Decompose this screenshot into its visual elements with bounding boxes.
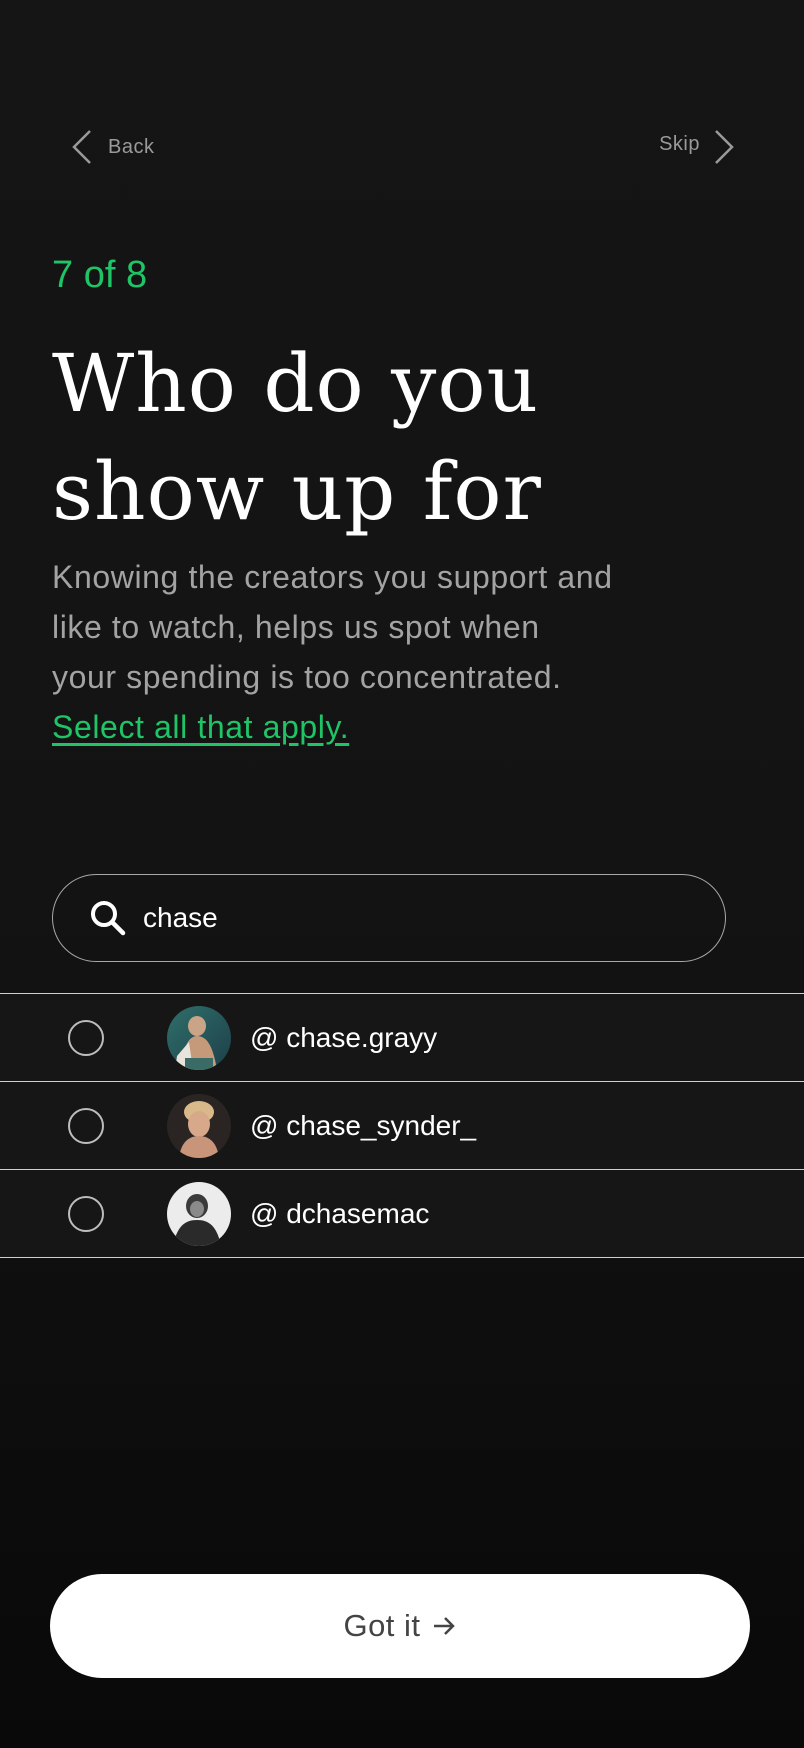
description-line-3: your spending is too concentrated. bbox=[52, 659, 562, 695]
got-it-label: Got it bbox=[343, 1608, 421, 1643]
search-input[interactable] bbox=[141, 901, 705, 935]
chevron-left-icon bbox=[72, 130, 91, 164]
radio-button[interactable] bbox=[68, 1107, 104, 1144]
onboarding-screen: Back Skip 7 of 8 Who do you show up for … bbox=[0, 0, 804, 1748]
radio-button[interactable] bbox=[68, 1019, 104, 1056]
list-item[interactable]: @ chase.grayy bbox=[0, 993, 804, 1081]
avatar bbox=[167, 1005, 231, 1070]
arrow-right-icon bbox=[433, 1617, 455, 1635]
back-button[interactable]: Back bbox=[68, 125, 154, 169]
chevron-right-icon bbox=[715, 130, 734, 164]
search-icon bbox=[91, 901, 126, 936]
got-it-button[interactable]: Got it bbox=[50, 1574, 750, 1678]
title-line-1: Who do you bbox=[52, 337, 540, 430]
page-title: Who do you show up for bbox=[52, 330, 752, 546]
description-line-1: Knowing the creators you support and bbox=[52, 559, 613, 595]
title-line-2: show up for bbox=[52, 445, 542, 538]
creator-handle: @ chase_synder_ bbox=[250, 1109, 477, 1141]
skip-button[interactable]: Skip bbox=[659, 125, 738, 169]
select-all-link[interactable]: Select all that apply. bbox=[52, 702, 349, 752]
search-field[interactable] bbox=[52, 874, 726, 962]
list-item[interactable]: @ chase_synder_ bbox=[0, 1081, 804, 1169]
avatar bbox=[167, 1181, 231, 1246]
creator-handle: @ dchasemac bbox=[250, 1197, 430, 1229]
skip-label: Skip bbox=[659, 132, 700, 155]
avatar bbox=[167, 1093, 231, 1158]
creator-handle: @ chase.grayy bbox=[250, 1021, 438, 1053]
step-indicator: 7 of 8 bbox=[52, 254, 148, 296]
description-line-2: like to watch, helps us spot when bbox=[52, 609, 540, 645]
results-list: @ chase.grayy @ chase_synder_ @ dchasema… bbox=[0, 993, 804, 1258]
back-label: Back bbox=[108, 135, 155, 158]
description: Knowing the creators you support and lik… bbox=[52, 552, 692, 752]
list-item[interactable]: @ dchasemac bbox=[0, 1169, 804, 1258]
radio-button[interactable] bbox=[68, 1195, 104, 1232]
